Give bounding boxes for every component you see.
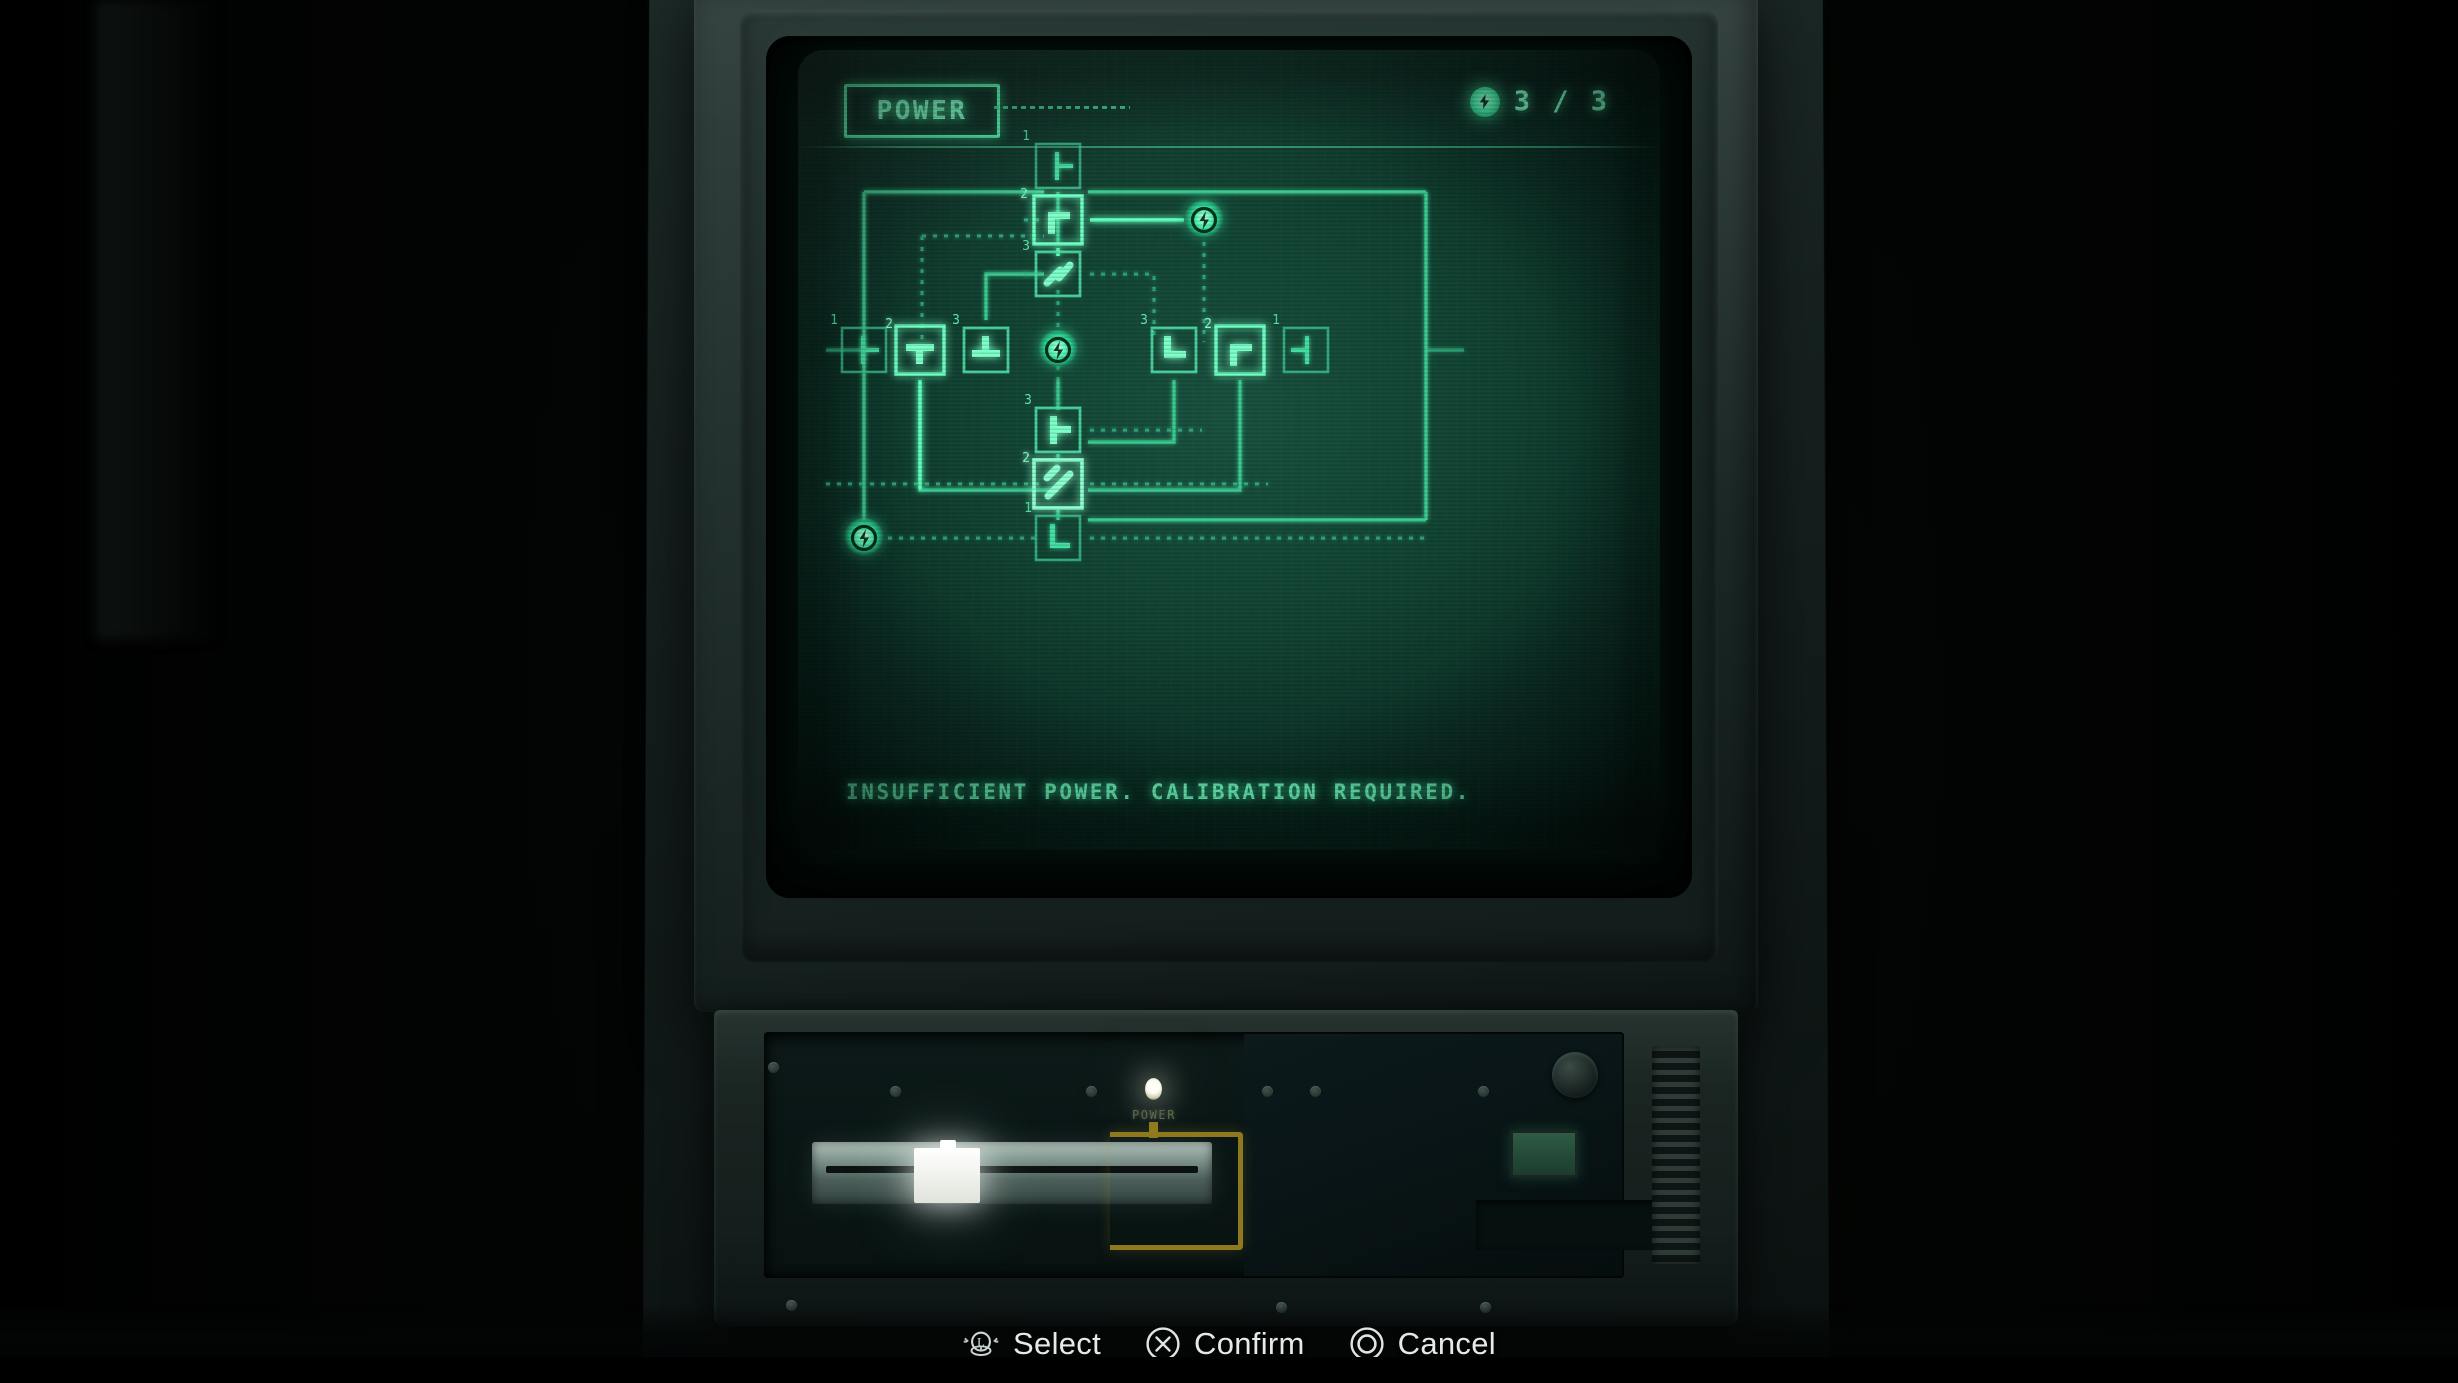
screen-content: POWER 3 / 3 1 2 3 1 2 3 3 2 1 3 2 1 INSU… — [798, 50, 1660, 850]
letterbox-bottom — [0, 1357, 2458, 1383]
circuit-node[interactable]: 1 — [1272, 313, 1330, 374]
svg-text:1: 1 — [830, 313, 838, 328]
svg-text:1: 1 — [1022, 129, 1030, 144]
circuit-node[interactable]: 1 — [1022, 129, 1082, 190]
panel-screw — [1478, 1086, 1489, 1097]
power-orb[interactable] — [1038, 330, 1078, 370]
calibration-slider-knob[interactable] — [914, 1140, 980, 1203]
power-led-label: POWER — [1131, 1108, 1177, 1122]
circuit-node[interactable]: 3 — [1022, 239, 1082, 298]
svg-text:2: 2 — [885, 317, 893, 332]
background-pillar — [96, 0, 216, 640]
svg-text:1: 1 — [1024, 501, 1032, 516]
svg-text:1: 1 — [1272, 313, 1280, 328]
crt-display: POWER 3 / 3 1 2 3 1 2 3 3 2 1 3 2 1 INSU… — [798, 50, 1660, 850]
circuit-diagram: 1 2 3 1 2 3 3 2 1 3 2 1 — [826, 129, 1464, 562]
circuit-node[interactable]: 3 — [1024, 393, 1082, 454]
circuit-node[interactable]: 1 — [1024, 501, 1082, 562]
power-led-indicator — [1145, 1078, 1162, 1100]
panel-dial[interactable] — [1552, 1052, 1598, 1098]
hazard-marking-frame — [1110, 1132, 1243, 1250]
panel-screw — [768, 1062, 779, 1073]
status-message: INSUFFICIENT POWER. CALIBRATION REQUIRED… — [846, 780, 1471, 804]
panel-screw — [1262, 1086, 1273, 1097]
svg-text:L: L — [977, 1335, 985, 1349]
room-shadow-right — [1826, 0, 2458, 1383]
power-orb[interactable] — [844, 518, 884, 558]
circuit-node[interactable]: 1 — [830, 313, 888, 374]
circuit-node[interactable]: 3 — [952, 313, 1010, 374]
svg-text:3: 3 — [1024, 393, 1032, 408]
game-screenshot-root: POWER 3 / 3 1 2 3 1 2 3 3 2 1 3 2 1 INSU… — [0, 0, 2458, 1383]
svg-text:3: 3 — [1022, 239, 1030, 254]
svg-text:2: 2 — [1022, 451, 1030, 466]
circuit-node[interactable]: 2 — [1204, 317, 1266, 376]
svg-text:3: 3 — [1140, 313, 1148, 328]
panel-card-slot[interactable] — [1476, 1200, 1666, 1250]
power-orb[interactable] — [1184, 200, 1224, 240]
circuit-node[interactable]: 2 — [885, 317, 946, 376]
svg-text:2: 2 — [1020, 187, 1028, 202]
circuit-node[interactable]: 2 — [1020, 187, 1084, 246]
panel-mini-display — [1510, 1130, 1578, 1178]
circuit-node-selected[interactable]: 2 — [1022, 451, 1084, 510]
panel-screw — [1310, 1086, 1321, 1097]
svg-text:3: 3 — [952, 313, 960, 328]
svg-text:2: 2 — [1204, 317, 1212, 332]
panel-screw — [1086, 1086, 1097, 1097]
circuit-node[interactable]: 3 — [1140, 313, 1198, 374]
panel-vent-grille — [1652, 1046, 1700, 1264]
panel-screw — [890, 1086, 901, 1097]
